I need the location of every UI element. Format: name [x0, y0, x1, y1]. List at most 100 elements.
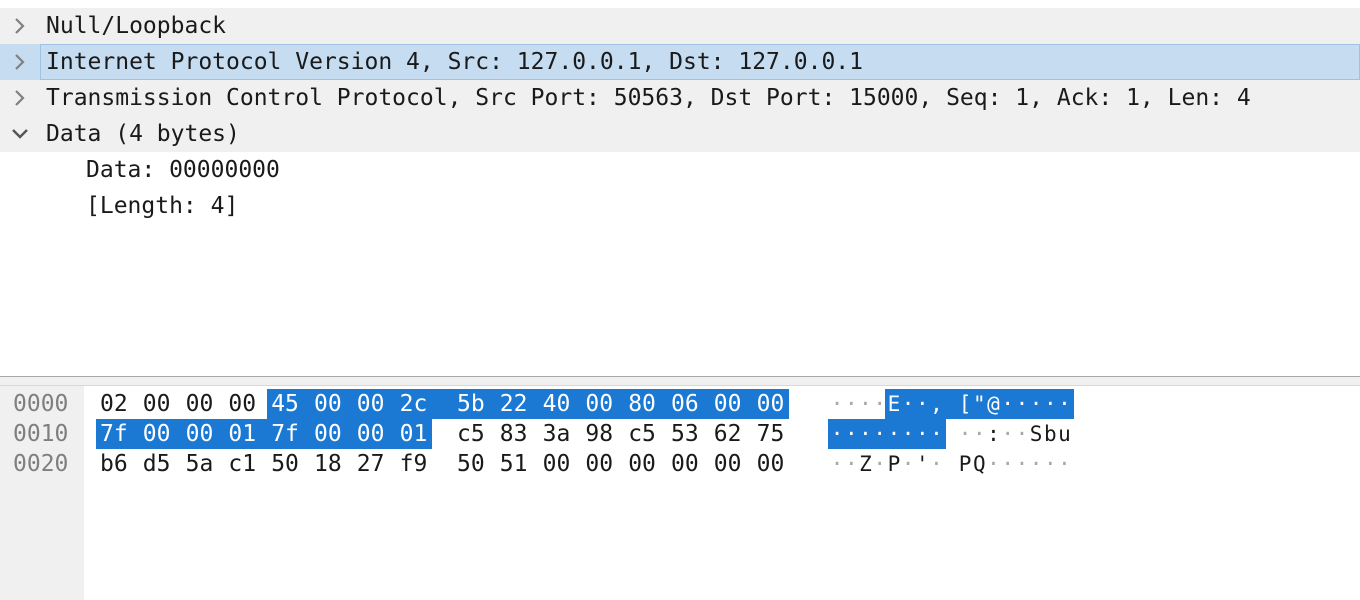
packet-details-pane[interactable]: Null/Loopback Internet Protocol Version 4… [0, 0, 1360, 376]
ascii-char[interactable]: b [1043, 419, 1057, 449]
hex-byte[interactable]: f9 [400, 449, 428, 479]
hex-byte[interactable]: 53 [671, 419, 699, 449]
hex-byte[interactable]: 62 [714, 419, 742, 449]
hex-byte[interactable]: 00 [186, 389, 214, 419]
hex-byte[interactable]: c1 [228, 449, 256, 479]
ascii-char[interactable]: · [1057, 449, 1071, 479]
hex-byte[interactable]: 00 [585, 449, 613, 479]
hex-byte[interactable]: 51 [500, 449, 528, 479]
pane-splitter[interactable] [0, 376, 1360, 386]
ascii-char[interactable]: P [887, 449, 901, 479]
hex-byte[interactable]: 00 [357, 389, 385, 419]
chevron-right-icon[interactable] [10, 8, 32, 44]
ascii-char[interactable]: Z [858, 449, 872, 479]
tree-row[interactable]: Transmission Control Protocol, Src Port:… [0, 80, 1360, 116]
hex-byte[interactable]: 00 [314, 419, 342, 449]
hex-byte[interactable]: 00 [671, 449, 699, 479]
tree-row[interactable]: Null/Loopback [0, 8, 1360, 44]
ascii-char[interactable]: · [873, 449, 887, 479]
hex-byte[interactable]: 50 [457, 449, 485, 479]
tree-child-row[interactable]: [Length: 4] [0, 188, 1360, 224]
hex-byte[interactable]: 50 [271, 449, 299, 479]
hex-byte[interactable]: 45 [271, 389, 299, 419]
ascii-char[interactable]: · [1015, 389, 1029, 419]
ascii-char[interactable]: · [830, 449, 844, 479]
ascii-char[interactable]: , [929, 389, 943, 419]
chevron-right-icon[interactable] [10, 44, 32, 80]
hex-byte[interactable]: 02 [100, 389, 128, 419]
hex-byte[interactable]: 75 [757, 419, 785, 449]
hex-byte[interactable]: 00 [628, 449, 656, 479]
ascii-char[interactable]: · [986, 449, 1000, 479]
ascii-char[interactable]: · [929, 449, 943, 479]
ascii-char[interactable]: · [1043, 389, 1057, 419]
hex-byte[interactable]: 00 [585, 389, 613, 419]
ascii-char[interactable]: · [830, 419, 844, 449]
hex-byte[interactable]: c5 [628, 419, 656, 449]
packet-bytes-pane[interactable]: 0000 0010 0020 02 00 00 00 45 00 00 2c 5b 22 40 00 80 0… [0, 386, 1360, 600]
ascii-char[interactable]: · [844, 389, 858, 419]
chevron-down-icon[interactable] [10, 116, 32, 152]
ascii-char[interactable]: · [1029, 389, 1043, 419]
hex-byte[interactable]: 2c [400, 389, 428, 419]
hex-byte[interactable]: 00 [543, 449, 571, 479]
ascii-char[interactable]: E [887, 389, 901, 419]
ascii-char[interactable]: · [1001, 389, 1015, 419]
hex-byte[interactable]: 00 [757, 449, 785, 479]
hex-byte[interactable]: 00 [714, 449, 742, 479]
ascii-char[interactable]: ' [915, 449, 929, 479]
ascii-char[interactable]: @ [986, 389, 1000, 419]
ascii-char[interactable]: [ [958, 389, 972, 419]
ascii-char[interactable]: · [1057, 389, 1071, 419]
ascii-char[interactable]: · [858, 389, 872, 419]
hex-byte[interactable]: 00 [228, 389, 256, 419]
hex-byte[interactable]: 5b [457, 389, 485, 419]
ascii-char[interactable]: " [972, 389, 986, 419]
ascii-char[interactable]: · [901, 389, 915, 419]
tree-row[interactable]: Internet Protocol Version 4, Src: 127.0.… [0, 44, 1360, 80]
hex-byte[interactable]: 98 [585, 419, 613, 449]
ascii-char[interactable]: · [858, 419, 872, 449]
ascii-char[interactable]: S [1029, 419, 1043, 449]
ascii-char[interactable]: : [986, 419, 1000, 449]
ascii-char[interactable]: · [844, 449, 858, 479]
ascii-char[interactable]: · [873, 419, 887, 449]
ascii-char[interactable]: · [1001, 419, 1015, 449]
hex-byte[interactable]: 01 [228, 419, 256, 449]
ascii-char[interactable]: · [1015, 449, 1029, 479]
ascii-char[interactable]: · [1015, 419, 1029, 449]
ascii-char[interactable]: · [844, 419, 858, 449]
chevron-right-icon[interactable] [10, 80, 32, 116]
hex-byte[interactable]: 83 [500, 419, 528, 449]
hex-byte[interactable]: 00 [186, 419, 214, 449]
ascii-char[interactable]: · [830, 389, 844, 419]
hex-byte[interactable]: 3a [543, 419, 571, 449]
ascii-char[interactable]: · [873, 389, 887, 419]
ascii-char[interactable]: · [972, 419, 986, 449]
tree-child-row[interactable]: Data: 00000000 [0, 152, 1360, 188]
ascii-char[interactable]: · [901, 449, 915, 479]
hex-byte[interactable]: d5 [143, 449, 171, 479]
hex-byte[interactable]: 00 [143, 389, 171, 419]
hex-byte[interactable]: c5 [457, 419, 485, 449]
ascii-char[interactable]: Q [972, 449, 986, 479]
hex-byte[interactable]: 7f [271, 419, 299, 449]
hex-byte[interactable]: 7f [100, 419, 128, 449]
hex-byte[interactable]: 01 [400, 419, 428, 449]
hex-byte[interactable]: 5a [186, 449, 214, 479]
hex-byte[interactable]: 80 [628, 389, 656, 419]
ascii-char[interactable]: · [1043, 449, 1057, 479]
ascii-char[interactable]: u [1057, 419, 1071, 449]
hex-byte[interactable]: 00 [714, 389, 742, 419]
hex-byte[interactable]: 00 [143, 419, 171, 449]
hex-byte[interactable]: 00 [357, 419, 385, 449]
ascii-char[interactable]: · [915, 419, 929, 449]
ascii-char[interactable]: · [929, 419, 943, 449]
hex-byte[interactable]: 27 [357, 449, 385, 479]
ascii-char[interactable]: · [1001, 449, 1015, 479]
hex-byte[interactable]: 06 [671, 389, 699, 419]
hex-byte[interactable]: 40 [543, 389, 571, 419]
hex-byte[interactable]: 00 [757, 389, 785, 419]
ascii-char[interactable]: · [887, 419, 901, 449]
tree-row[interactable]: Data (4 bytes) [0, 116, 1360, 152]
